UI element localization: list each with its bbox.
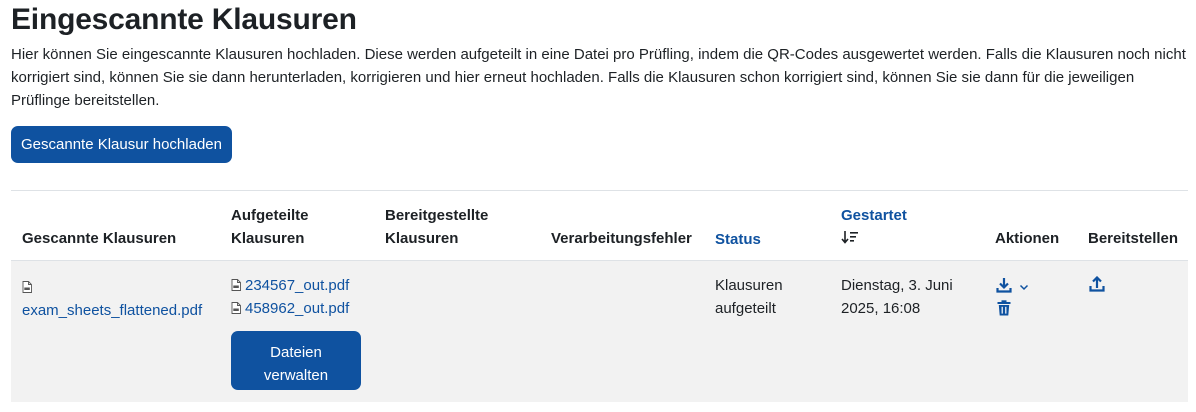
status-cell: Klausuren aufgeteilt	[715, 274, 783, 320]
status-line2: aufgeteilt	[715, 300, 776, 317]
sort-descending-icon	[841, 227, 907, 250]
scanned-file-link[interactable]: exam_sheets_flattened.pdf	[22, 299, 202, 322]
header-split-exams: Aufgeteilte Klausuren	[231, 204, 309, 250]
pdf-file-icon	[231, 300, 245, 317]
pdf-file-icon	[22, 276, 202, 299]
header-status-sort-link[interactable]: Status	[715, 228, 761, 251]
header-split-exams-line2: Klausuren	[231, 230, 305, 247]
header-provided-exams-line2: Klausuren	[385, 230, 459, 247]
trash-icon[interactable]	[997, 300, 1011, 320]
header-scanned-exams: Gescannte Klausuren	[22, 230, 177, 247]
chevron-down-icon[interactable]	[1019, 279, 1029, 296]
manage-files-button-line2: verwalten	[263, 366, 329, 384]
split-file-item: 458962_out.pdf	[231, 297, 349, 320]
header-provided-exams-line1: Bereitgestellte	[385, 207, 489, 224]
intro-text: Hier können Sie eingescannte Klausuren h…	[11, 46, 1186, 109]
table-top-divider	[11, 190, 1188, 191]
header-provided-exams: Bereitgestellte Klausuren	[385, 204, 488, 250]
page-title: Eingescannte Klausuren	[11, 3, 357, 36]
split-file-link[interactable]: 234567_out.pdf	[245, 277, 349, 294]
download-icon[interactable]	[996, 277, 1012, 297]
split-files-cell: 234567_out.pdf 458962_out.pdf	[231, 274, 349, 320]
status-line1: Klausuren	[715, 277, 783, 294]
split-file-link[interactable]: 458962_out.pdf	[245, 300, 349, 317]
scanned-file-cell: exam_sheets_flattened.pdf	[22, 276, 202, 322]
manage-files-button-line1: Dateien	[270, 343, 322, 361]
pdf-file-icon	[231, 277, 245, 294]
header-actions: Aktionen	[995, 230, 1060, 247]
started-line2: 2025, 16:08	[841, 300, 921, 317]
header-split-exams-line1: Aufgeteilte	[231, 207, 309, 224]
split-file-item: 234567_out.pdf	[231, 274, 349, 297]
started-cell: Dienstag, 3. Juni 2025, 16:08	[841, 274, 953, 320]
upload-scanned-exam-button[interactable]: Gescannte Klausur hochladen	[11, 126, 232, 163]
header-started-sort-link[interactable]: Gestartet	[841, 204, 907, 250]
upload-icon[interactable]	[1089, 275, 1105, 296]
header-started-label: Gestartet	[841, 207, 907, 224]
manage-files-button[interactable]: Dateien verwalten	[231, 331, 361, 390]
started-line1: Dienstag, 3. Juni	[841, 277, 953, 294]
header-processing-errors: Verarbeitungsfehler	[551, 230, 692, 247]
header-publish: Bereitstellen	[1088, 230, 1179, 247]
